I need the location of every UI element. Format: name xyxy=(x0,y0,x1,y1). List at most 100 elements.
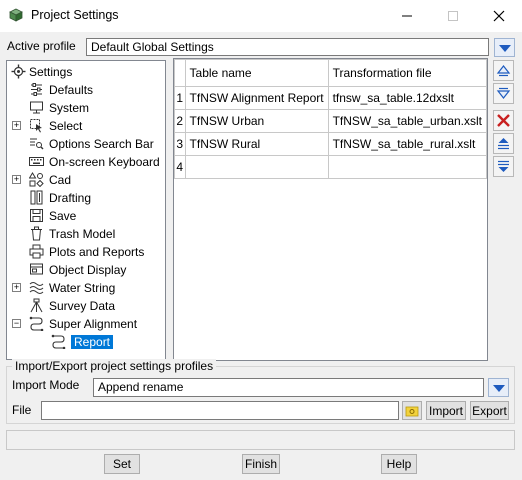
table-name-cell[interactable] xyxy=(184,155,329,179)
tree-item-system[interactable]: System xyxy=(7,99,165,117)
tree-item-object-display[interactable]: Object Display xyxy=(7,261,165,279)
table-name-cell[interactable]: TfNSW Rural xyxy=(184,132,329,156)
tree-item-trash-model[interactable]: Trash Model xyxy=(7,225,165,243)
tree-item-select[interactable]: + Select xyxy=(7,117,165,135)
keyboard-icon xyxy=(29,154,44,169)
tree-item-drafting[interactable]: Drafting xyxy=(7,189,165,207)
table-row[interactable]: 4 xyxy=(174,155,488,179)
tree-item-super-alignment[interactable]: − Super Alignment xyxy=(7,315,165,333)
move-down-icon xyxy=(496,87,511,99)
delete-row-button[interactable] xyxy=(493,110,514,131)
insert-above-icon xyxy=(498,138,509,150)
import-button[interactable]: Import xyxy=(426,401,466,420)
tree-item-water-string[interactable]: + Water String xyxy=(7,279,165,297)
tree-item-survey-data[interactable]: Survey Data xyxy=(7,297,165,315)
drafting-icon xyxy=(29,190,44,205)
table-name-cell[interactable]: TfNSW Alignment Report xyxy=(184,86,329,110)
tree-item-plots-and-reports[interactable]: Plots and Reports xyxy=(7,243,165,261)
import-export-group-title: Import/Export project settings profiles xyxy=(12,359,217,373)
finish-button[interactable]: Finish xyxy=(242,454,280,474)
import-mode-select[interactable]: Append rename xyxy=(93,378,484,397)
insert-below-icon xyxy=(498,160,509,172)
printer-icon xyxy=(29,244,44,259)
import-mode-dropdown-button[interactable] xyxy=(488,378,509,397)
alignment-icon xyxy=(51,334,66,349)
active-profile-field[interactable]: Default Global Settings xyxy=(86,38,489,56)
tree-item-label: Trash Model xyxy=(49,227,116,241)
window-title: Project Settings xyxy=(31,8,119,22)
active-profile-dropdown-button[interactable] xyxy=(494,38,515,57)
monitor-icon xyxy=(29,100,44,115)
tree-item-label: Report xyxy=(71,335,114,349)
browse-file-button[interactable] xyxy=(402,401,422,420)
expand-icon[interactable]: + xyxy=(12,121,21,130)
transformation-file-cell[interactable] xyxy=(327,155,488,179)
water-icon xyxy=(29,280,44,295)
tree-item-report[interactable]: Report xyxy=(7,333,165,351)
chevron-down-icon xyxy=(492,384,505,392)
help-button[interactable]: Help xyxy=(381,454,417,474)
folder-search-icon xyxy=(405,406,419,416)
shapes-icon xyxy=(29,172,44,187)
cube-app-icon xyxy=(9,8,23,22)
search-bar-icon xyxy=(29,136,44,151)
tree-item-label: Defaults xyxy=(49,83,94,97)
file-label: File xyxy=(12,403,32,417)
transformation-file-cell[interactable]: TfNSW_sa_table_rural.xslt xyxy=(327,132,488,156)
row-number[interactable]: 1 xyxy=(174,86,186,110)
tree-item-label: Save xyxy=(49,209,77,223)
import-mode-label: Import Mode xyxy=(12,378,80,392)
save-icon xyxy=(29,208,44,223)
tree-item-cad[interactable]: + Cad xyxy=(7,171,165,189)
chevron-down-icon xyxy=(498,44,511,52)
collapse-icon[interactable]: − xyxy=(12,319,21,328)
tripod-icon xyxy=(29,298,44,313)
export-button[interactable]: Export xyxy=(470,401,509,420)
expand-icon[interactable]: + xyxy=(12,283,21,292)
move-up-button[interactable] xyxy=(493,60,514,81)
close-icon[interactable] xyxy=(476,0,522,32)
row-number[interactable]: 2 xyxy=(174,109,186,133)
tree-item-settings[interactable]: Settings xyxy=(7,63,165,81)
tree-item-label: System xyxy=(49,101,90,115)
corner-cell xyxy=(174,59,186,87)
settings-tree[interactable]: Settings Defaults System + Select Options Sea… xyxy=(6,60,166,360)
row-number[interactable]: 3 xyxy=(174,132,186,156)
tree-item-label: On-screen Keyboard xyxy=(49,155,160,169)
tree-item-on-screen-keyboard[interactable]: On-screen Keyboard xyxy=(7,153,165,171)
active-profile-label: Active profile xyxy=(7,39,76,53)
tree-item-options-search-bar[interactable]: Options Search Bar xyxy=(7,135,165,153)
object-display-icon xyxy=(29,262,44,277)
transformation-file-cell[interactable]: tfnsw_sa_table.12dxslt xyxy=(327,86,488,110)
table-row[interactable]: 2 TfNSW Urban TfNSW_sa_table_urban.xslt xyxy=(174,109,488,133)
row-number[interactable]: 4 xyxy=(174,155,186,179)
insert-below-button[interactable] xyxy=(493,156,514,177)
tree-item-label: Drafting xyxy=(49,191,92,205)
tree-item-label: Survey Data xyxy=(49,299,116,313)
set-button[interactable]: Set xyxy=(104,454,140,474)
tree-item-label: Cad xyxy=(49,173,72,187)
insert-above-button[interactable] xyxy=(493,133,514,154)
column-header-table-name[interactable]: Table name xyxy=(184,59,329,87)
file-input[interactable] xyxy=(41,401,399,420)
tree-item-label: Plots and Reports xyxy=(49,245,145,259)
delete-row-icon xyxy=(497,114,510,127)
tree-item-defaults[interactable]: Defaults xyxy=(7,81,165,99)
gear-icon xyxy=(11,64,26,79)
transformation-file-cell[interactable]: TfNSW_sa_table_urban.xslt xyxy=(327,109,488,133)
column-header-transformation-file[interactable]: Transformation file xyxy=(327,59,488,87)
trash-icon xyxy=(29,226,44,241)
move-down-button[interactable] xyxy=(493,83,514,104)
alignment-icon xyxy=(29,316,44,331)
profile-table[interactable]: Table name Transformation file 1 TfNSW A… xyxy=(173,58,488,361)
tree-item-label: Settings xyxy=(29,65,73,79)
table-name-cell[interactable]: TfNSW Urban xyxy=(184,109,329,133)
tree-item-label: Super Alignment xyxy=(49,317,138,331)
minimize-icon[interactable] xyxy=(384,0,430,32)
tree-item-label: Options Search Bar xyxy=(49,137,154,151)
tree-item-label: Object Display xyxy=(49,263,127,277)
expand-icon[interactable]: + xyxy=(12,175,21,184)
table-row[interactable]: 3 TfNSW Rural TfNSW_sa_table_rural.xslt xyxy=(174,132,488,156)
tree-item-save[interactable]: Save xyxy=(7,207,165,225)
table-row[interactable]: 1 TfNSW Alignment Report tfnsw_sa_table.… xyxy=(174,86,488,110)
